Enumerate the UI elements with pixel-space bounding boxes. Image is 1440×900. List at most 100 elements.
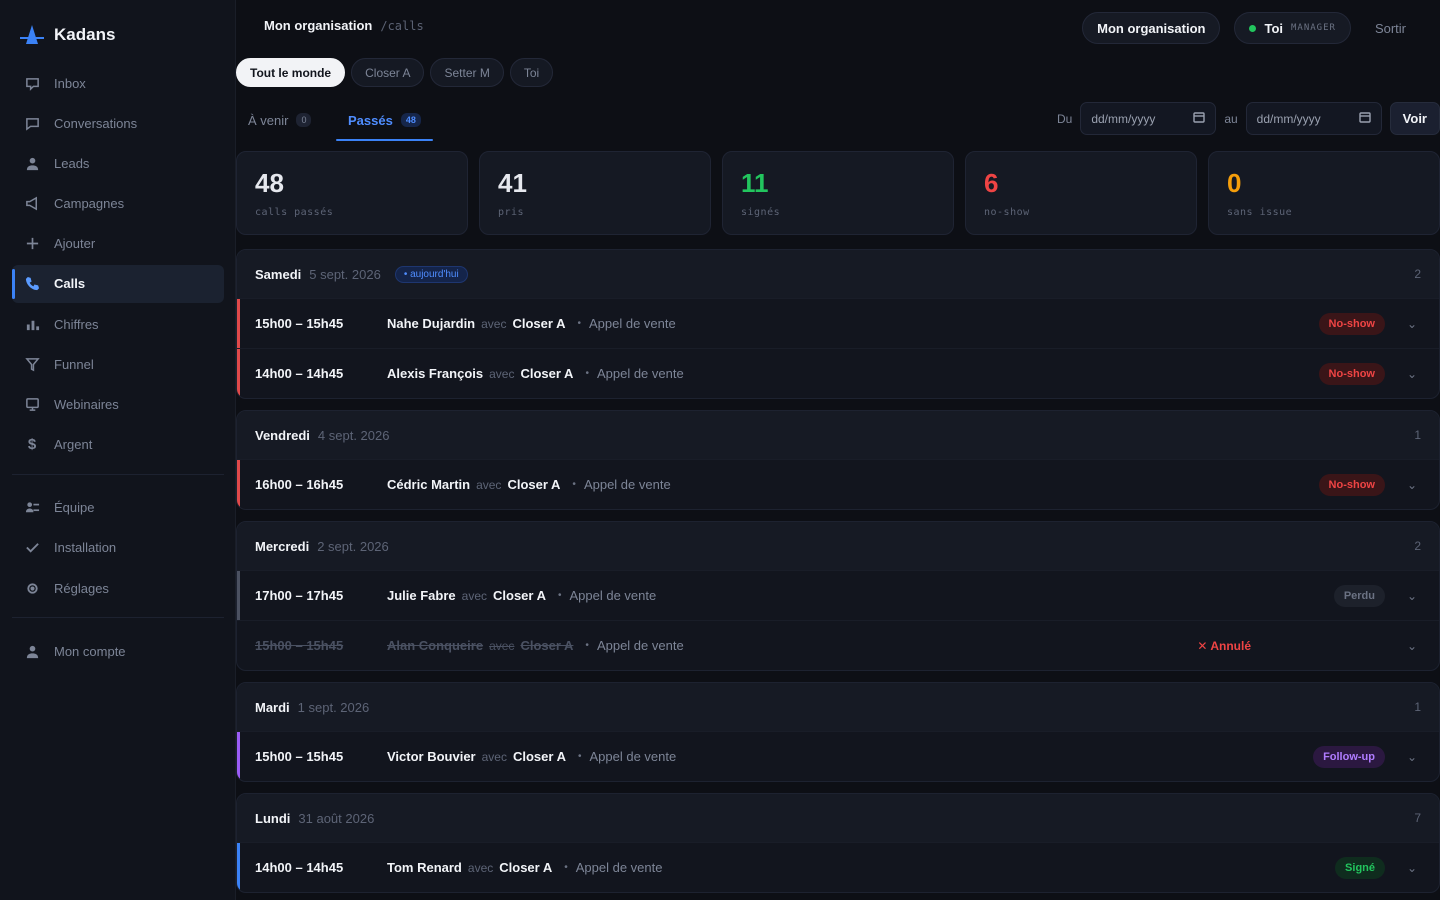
call-time: 15h00 – 15h45 <box>255 749 344 764</box>
sidebar-item-conversations[interactable]: Conversations <box>12 104 224 142</box>
call-type: Appel de vente <box>596 638 684 653</box>
user-button[interactable]: Toi MANAGER <box>1234 12 1351 44</box>
calendar-icon <box>1193 111 1206 126</box>
day-date: 4 sept. 2026 <box>317 427 390 443</box>
status-bar <box>237 732 240 781</box>
tab-count-badge: 0 <box>296 113 312 127</box>
day-group-header[interactable]: Mercredi 2 sept. 2026 2 <box>237 522 1439 570</box>
day-group-header[interactable]: Lundi 31 août 2026 7 <box>237 794 1439 842</box>
sidebar-item-chiffres[interactable]: Chiffres <box>12 305 224 343</box>
sidebar-item-reglages[interactable]: Réglages <box>12 569 224 607</box>
org-switch-button[interactable]: Mon organisation <box>1082 12 1221 44</box>
day-name: Mercredi <box>255 538 310 554</box>
filter-chip-closer-a[interactable]: Closer A <box>351 58 425 87</box>
chevron-down-icon[interactable]: ⌄ <box>1407 367 1417 381</box>
logout-button[interactable]: Sortir <box>1365 21 1416 36</box>
chevron-down-icon[interactable]: ⌄ <box>1407 639 1417 653</box>
date-range-filter: Du dd/mm/yyyy au dd/mm/yyyy Voir <box>1057 102 1440 135</box>
with-label: avec <box>481 749 507 764</box>
sidebar-item-leads[interactable]: Leads <box>12 144 224 182</box>
kadans-logo-icon <box>20 25 44 44</box>
call-row[interactable]: 15h00 – 15h45 Victor Bouvier avec Closer… <box>237 731 1439 781</box>
org-switch-label: Mon organisation <box>1097 20 1206 36</box>
call-row[interactable]: 14h00 – 14h45 Alexis François avec Close… <box>237 348 1439 398</box>
call-type: Appel de vente <box>589 749 677 764</box>
day-group-header[interactable]: Samedi 5 sept. 2026 • aujourd'hui 2 <box>237 250 1439 298</box>
team-icon <box>24 500 40 516</box>
day-name: Vendredi <box>255 427 310 443</box>
day-group: Vendredi 4 sept. 2026 1 16h00 – 16h45 Cé… <box>236 410 1440 510</box>
brand-name: Kadans <box>54 25 116 44</box>
closer-name: Closer A <box>512 316 566 331</box>
stat-label: sans issue <box>1227 207 1293 218</box>
monitor-icon <box>24 397 40 413</box>
member-filters: Tout le monde Closer A Setter M Toi <box>236 58 554 87</box>
day-name: Mardi <box>255 699 290 715</box>
date-from-label: Du <box>1056 111 1073 126</box>
filter-chip-toi[interactable]: Toi <box>509 58 554 87</box>
brand[interactable]: Kadans <box>0 0 235 50</box>
main-content: Mon organisation /calls Mon organisation… <box>236 0 1440 900</box>
sidebar-divider <box>12 473 224 475</box>
call-row[interactable]: 17h00 – 17h45 Julie Fabre avec Closer A … <box>237 570 1439 620</box>
status-badge: No-show <box>1318 473 1385 496</box>
filter-chip-everyone[interactable]: Tout le monde <box>236 58 346 87</box>
sidebar-item-label: Ajouter <box>54 236 96 252</box>
date-placeholder: dd/mm/yyyy <box>1091 111 1156 126</box>
sidebar-item-label: Chiffres <box>54 316 99 332</box>
sidebar-item-inbox[interactable]: Inbox <box>12 64 224 102</box>
filter-chip-setter-m[interactable]: Setter M <box>430 58 504 87</box>
stat-value: 11 <box>741 168 769 198</box>
chevron-down-icon[interactable]: ⌄ <box>1407 750 1417 764</box>
call-row[interactable]: 15h00 – 15h45 Nahe Dujardin avec Closer … <box>237 298 1439 348</box>
chevron-down-icon[interactable]: ⌄ <box>1407 478 1417 492</box>
date-from-input[interactable]: dd/mm/yyyy <box>1080 102 1217 135</box>
sidebar-item-label: Argent <box>54 437 93 453</box>
calls-list: Samedi 5 sept. 2026 • aujourd'hui 2 15h0… <box>236 249 1440 900</box>
sidebar-item-webinaires[interactable]: Webinaires <box>12 386 224 424</box>
sidebar-item-campagnes[interactable]: Campagnes <box>12 185 224 223</box>
chat-icon <box>24 115 40 131</box>
user-icon <box>24 643 40 659</box>
plus-icon <box>24 236 40 252</box>
stat-card-sans-issue: 0 sans issue <box>1208 151 1440 235</box>
user-role: MANAGER <box>1291 23 1336 33</box>
breadcrumb: Mon organisation /calls <box>264 18 424 33</box>
date-placeholder: dd/mm/yyyy <box>1256 111 1321 126</box>
chevron-down-icon[interactable]: ⌄ <box>1407 861 1417 875</box>
status-badge: No-show <box>1318 362 1385 385</box>
dollar-icon: $ <box>27 436 37 454</box>
closer-name: Closer A <box>507 477 561 492</box>
tab-passes[interactable]: Passés 48 <box>336 100 433 141</box>
sidebar-item-calls[interactable]: Calls <box>12 264 224 303</box>
sidebar-item-label: Inbox <box>54 75 86 91</box>
stat-card-no-show: 6 no-show <box>965 151 1197 235</box>
with-label: avec <box>467 860 494 875</box>
status-bar <box>237 843 240 892</box>
tab-a-venir[interactable]: À venir 0 <box>236 100 323 140</box>
sidebar-nav: Inbox Conversations Leads Campagnes Ajou… <box>12 64 224 672</box>
page-path: /calls <box>380 19 424 33</box>
sidebar-item-mon-compte[interactable]: Mon compte <box>12 632 224 670</box>
sidebar-item-ajouter[interactable]: Ajouter <box>12 225 224 263</box>
call-row[interactable]: 14h00 – 14h45 Tom Renard avec Closer A •… <box>237 842 1439 892</box>
day-name: Samedi <box>255 266 302 282</box>
day-group-header[interactable]: Vendredi 4 sept. 2026 1 <box>237 411 1439 459</box>
day-group-header[interactable]: Mardi 1 sept. 2026 1 <box>237 683 1439 731</box>
chevron-down-icon[interactable]: ⌄ <box>1407 317 1417 331</box>
date-to-input[interactable]: dd/mm/yyyy <box>1245 102 1382 135</box>
sidebar-item-equipe[interactable]: Équipe <box>12 489 224 527</box>
status-badge: No-show <box>1318 312 1385 335</box>
sidebar-item-installation[interactable]: Installation <box>12 529 224 567</box>
sidebar-item-funnel[interactable]: Funnel <box>12 345 224 383</box>
sidebar-item-argent[interactable]: $ Argent <box>12 426 224 464</box>
user-label: Toi <box>1264 20 1283 36</box>
bullet-separator: • <box>585 368 589 379</box>
chevron-down-icon[interactable]: ⌄ <box>1407 589 1417 603</box>
apply-date-button[interactable]: Voir <box>1389 102 1440 135</box>
bullet-separator: • <box>557 590 562 601</box>
megaphone-icon <box>24 196 40 212</box>
call-row[interactable]: 16h00 – 16h45 Cédric Martin avec Closer … <box>237 459 1439 509</box>
with-label: avec <box>461 588 487 603</box>
call-row[interactable]: 15h00 – 15h45 Alan Conqueire avec Closer… <box>237 620 1439 670</box>
